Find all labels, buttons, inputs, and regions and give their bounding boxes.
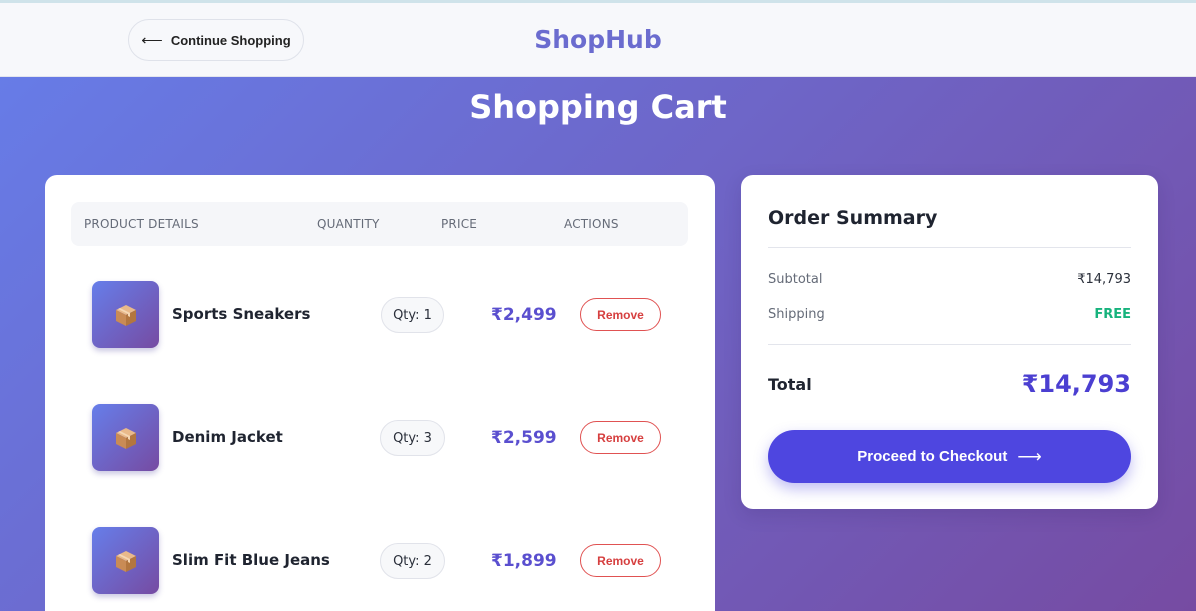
column-actions: ACTIONS	[564, 217, 619, 231]
subtotal-label: Subtotal	[768, 272, 823, 287]
quantity-badge: Qty: 2	[380, 543, 445, 579]
proceed-to-checkout-button[interactable]: Proceed to Checkout ⟶	[768, 430, 1131, 483]
site-header: ⟵ Continue Shopping ShopHub	[0, 3, 1196, 77]
cart-panel: PRODUCT DETAILS QUANTITY PRICE ACTIONS S…	[45, 175, 715, 611]
arrow-right-icon: ⟶	[1017, 446, 1042, 466]
total-label: Total	[768, 375, 812, 394]
product-thumbnail	[92, 527, 159, 594]
remove-button[interactable]: Remove	[580, 298, 661, 331]
cart-item-row: Slim Fit Blue Jeans Qty: 2 ₹1,899 Remove	[71, 527, 688, 597]
order-summary-title: Order Summary	[768, 207, 938, 229]
subtotal-value: ₹14,793	[1077, 272, 1131, 287]
product-name: Slim Fit Blue Jeans	[172, 551, 330, 569]
package-icon	[115, 304, 136, 326]
product-price: ₹2,499	[491, 305, 557, 325]
remove-button[interactable]: Remove	[580, 421, 661, 454]
package-icon	[115, 550, 136, 572]
page-title: Shopping Cart	[469, 88, 727, 126]
product-name: Denim Jacket	[172, 428, 283, 446]
shipping-label: Shipping	[768, 307, 825, 322]
checkout-label: Proceed to Checkout	[857, 448, 1008, 465]
remove-button[interactable]: Remove	[580, 544, 661, 577]
shipping-value: FREE	[1094, 307, 1131, 322]
total-value: ₹14,793	[1021, 370, 1131, 398]
column-product-details: PRODUCT DETAILS	[84, 217, 199, 231]
cart-table-header: PRODUCT DETAILS QUANTITY PRICE ACTIONS	[71, 202, 688, 246]
product-price: ₹1,899	[491, 551, 557, 571]
order-summary-panel: Order Summary Subtotal ₹14,793 Shipping …	[741, 175, 1158, 509]
package-icon	[115, 427, 136, 449]
cart-item-row: Sports Sneakers Qty: 1 ₹2,499 Remove	[71, 281, 688, 351]
quantity-badge: Qty: 1	[381, 297, 444, 333]
product-thumbnail	[92, 404, 159, 471]
summary-divider	[768, 247, 1131, 248]
product-price: ₹2,599	[491, 428, 557, 448]
cart-item-row: Denim Jacket Qty: 3 ₹2,599 Remove	[71, 404, 688, 474]
column-quantity: QUANTITY	[317, 217, 380, 231]
column-price: PRICE	[441, 217, 478, 231]
product-name: Sports Sneakers	[172, 305, 311, 323]
quantity-badge: Qty: 3	[380, 420, 445, 456]
product-thumbnail	[92, 281, 159, 348]
brand-logo[interactable]: ShopHub	[0, 25, 1196, 54]
summary-divider	[768, 344, 1131, 345]
